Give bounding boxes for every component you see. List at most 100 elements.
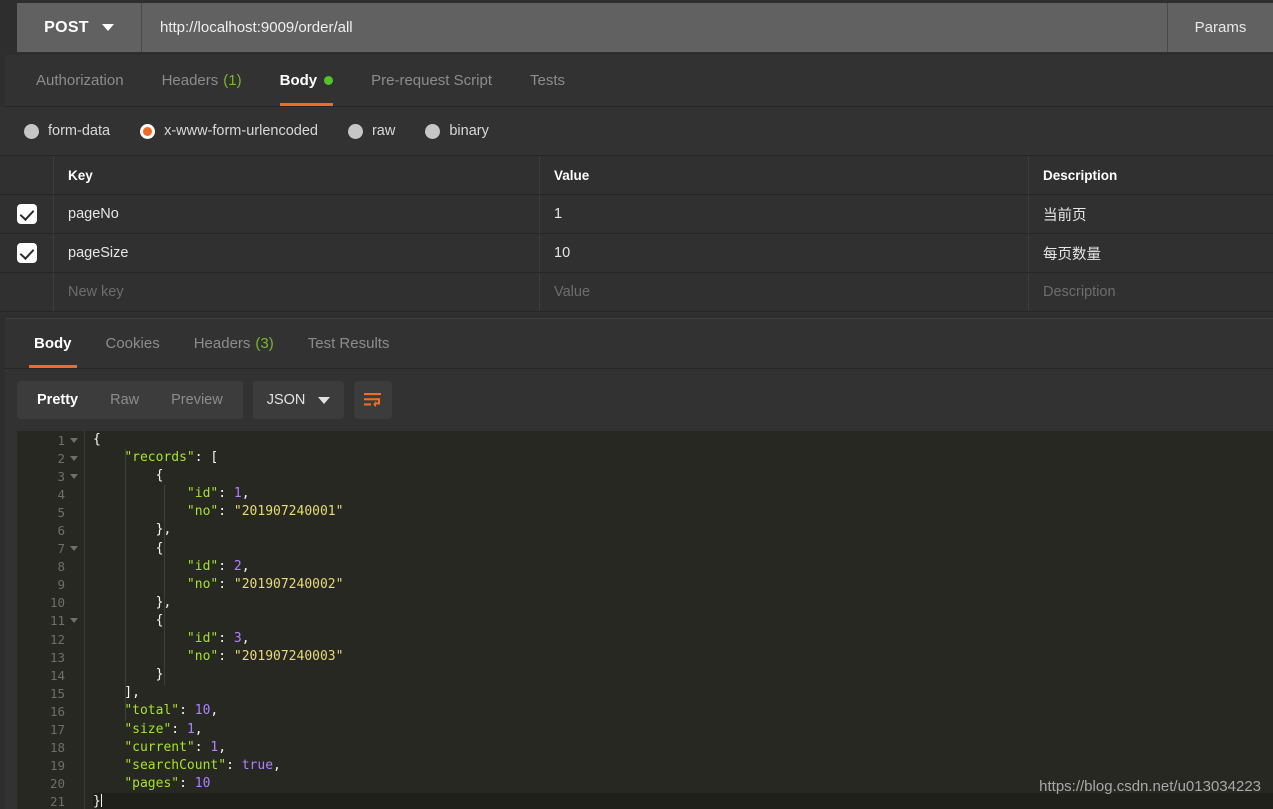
line-number: 4 xyxy=(17,485,84,503)
body-modified-dot-icon xyxy=(324,75,334,85)
body-type-label: x-www-form-urlencoded xyxy=(164,123,318,139)
request-tab-pre-request-script[interactable]: Pre-request Script xyxy=(352,54,511,106)
row-value-input[interactable]: 10 xyxy=(540,234,1029,272)
token-pun: { xyxy=(93,540,164,556)
code-line: { xyxy=(93,431,1273,449)
http-method-selector[interactable]: POST xyxy=(17,3,142,52)
request-tab-authorization[interactable]: Authorization xyxy=(17,54,143,106)
editor-code-area[interactable]: { "records": [ { "id": 1, "no": "2019072… xyxy=(85,431,1273,809)
response-body-editor[interactable]: 1 2 3 4 5 6 7 8 9 10 11 12 13 14 15 16 17 18 19 20 21 { "rec… xyxy=(17,431,1273,809)
line-number-value: 1 xyxy=(57,432,65,448)
new-description-input[interactable]: Description xyxy=(1029,273,1273,311)
code-line: "no": "201907240002" xyxy=(93,576,1273,594)
line-number-value: 9 xyxy=(57,577,65,593)
line-number: 12 xyxy=(17,630,84,648)
token-num: 2 xyxy=(233,558,242,574)
token-pun xyxy=(93,577,187,592)
line-number: 9 xyxy=(17,576,84,594)
token-num: 10 xyxy=(194,703,211,719)
token-key: "no" xyxy=(186,576,219,592)
response-tab-body[interactable]: Body xyxy=(17,318,89,368)
body-type-binary[interactable]: binary xyxy=(425,123,489,139)
view-mode-preview[interactable]: Preview xyxy=(155,385,239,415)
line-number: 7 xyxy=(17,540,84,558)
line-number-value: 10 xyxy=(49,595,65,611)
line-number: 3 xyxy=(17,467,84,485)
checkbox-checked-icon[interactable] xyxy=(16,243,37,263)
row-key-input[interactable]: pageSize xyxy=(54,234,540,272)
url-bar-inner: POST http://localhost:9009/order/all Par… xyxy=(17,3,1273,52)
token-pun: : xyxy=(218,649,234,665)
request-tab-tests[interactable]: Tests xyxy=(511,54,584,106)
body-type-label: binary xyxy=(449,123,489,139)
table-header-row: Key Value Description xyxy=(0,156,1273,195)
code-line: } xyxy=(93,792,1273,809)
code-line: "total": 10, xyxy=(93,702,1273,720)
code-line: }, xyxy=(93,594,1273,612)
token-key: "id" xyxy=(186,558,219,574)
code-line: "records": [ xyxy=(93,449,1273,467)
line-number: 14 xyxy=(17,666,84,684)
request-tab-label: Pre-request Script xyxy=(371,71,492,89)
view-mode-pretty[interactable]: Pretty xyxy=(21,385,94,415)
code-line: "id": 2, xyxy=(93,558,1273,576)
body-type-form-data[interactable]: form-data xyxy=(24,123,110,139)
token-pun: , xyxy=(218,739,227,755)
code-line: "no": "201907240001" xyxy=(93,503,1273,521)
code-line: "id": 3, xyxy=(93,630,1273,648)
code-line: "size": 1, xyxy=(93,721,1273,739)
request-tab-body[interactable]: Body xyxy=(261,54,353,106)
response-format-selector[interactable]: JSON xyxy=(252,381,345,419)
new-key-input[interactable]: New key xyxy=(54,273,540,311)
url-input[interactable]: http://localhost:9009/order/all xyxy=(142,3,1168,52)
response-tab-count: (3) xyxy=(255,334,274,352)
code-line: { xyxy=(93,540,1273,558)
radio-button-icon[interactable] xyxy=(425,123,441,139)
new-value-input[interactable]: Value xyxy=(540,273,1029,311)
request-tab-headers[interactable]: Headers (1) xyxy=(143,54,261,106)
line-number-value: 18 xyxy=(49,740,65,756)
token-key: "id" xyxy=(186,631,219,647)
body-type-raw[interactable]: raw xyxy=(347,123,395,139)
line-number-value: 7 xyxy=(57,541,65,557)
line-number: 17 xyxy=(17,721,84,739)
fold-arrow-icon[interactable] xyxy=(70,546,78,552)
row-description-input[interactable]: 每页数量 xyxy=(1029,234,1273,272)
view-mode-raw[interactable]: Raw xyxy=(94,385,155,415)
chevron-down-icon xyxy=(318,396,331,404)
response-tab-cookies[interactable]: Cookies xyxy=(89,318,177,368)
fold-arrow-icon[interactable] xyxy=(70,618,78,624)
response-tab-headers[interactable]: Headers (3) xyxy=(177,318,291,368)
radio-button-icon[interactable] xyxy=(140,123,156,139)
token-key: "no" xyxy=(186,504,219,520)
fold-arrow-icon[interactable] xyxy=(70,437,78,443)
line-number: 18 xyxy=(17,739,84,757)
params-button[interactable]: Params xyxy=(1168,3,1273,52)
body-type-radio-group: form-data x-www-form-urlencoded raw binary xyxy=(0,107,1273,156)
line-number-value: 20 xyxy=(49,776,65,792)
token-pun xyxy=(93,740,124,755)
fold-arrow-icon[interactable] xyxy=(70,455,78,461)
radio-button-icon[interactable] xyxy=(347,123,363,139)
line-number: 13 xyxy=(17,648,84,666)
word-wrap-icon xyxy=(364,393,382,408)
response-tab-test-results[interactable]: Test Results xyxy=(291,318,407,368)
row-description-input[interactable]: 当前页 xyxy=(1029,195,1273,233)
response-tab-label: Body xyxy=(34,334,72,352)
word-wrap-button[interactable] xyxy=(354,381,393,419)
body-type-x-www-form-urlencoded[interactable]: x-www-form-urlencoded xyxy=(140,123,318,139)
token-key: "current" xyxy=(124,739,195,755)
row-key-input[interactable]: pageNo xyxy=(54,195,540,233)
token-pun xyxy=(93,722,124,737)
fold-arrow-icon[interactable] xyxy=(70,473,78,479)
token-num: 1 xyxy=(186,721,195,737)
token-pun xyxy=(93,703,124,718)
checkbox-checked-icon[interactable] xyxy=(16,204,37,224)
code-line: "pages": 10 xyxy=(93,775,1273,793)
token-pun xyxy=(93,631,187,646)
code-line: "no": "201907240003" xyxy=(93,648,1273,666)
row-value-input[interactable]: 1 xyxy=(540,195,1029,233)
radio-button-icon[interactable] xyxy=(24,123,39,139)
token-pun: { xyxy=(93,612,164,628)
table-row: pageSize 10 每页数量 xyxy=(0,234,1273,273)
